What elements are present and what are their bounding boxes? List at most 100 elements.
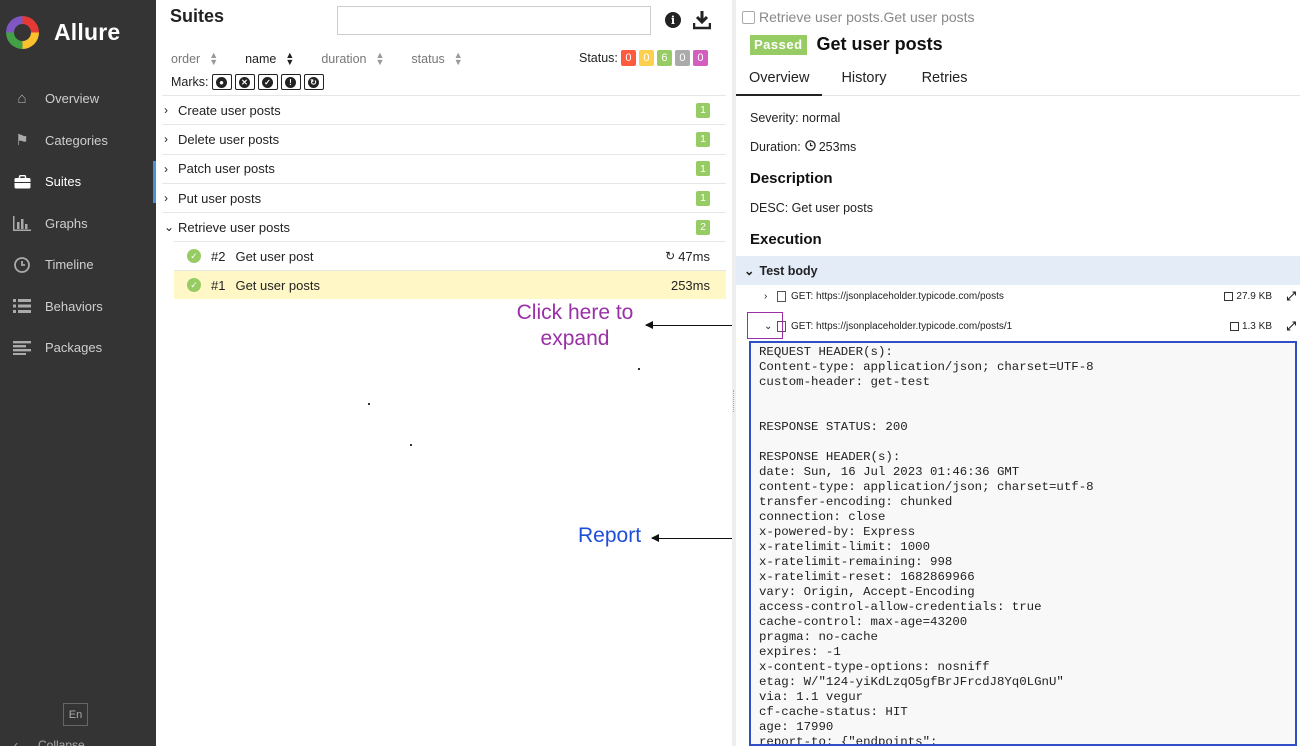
sidebar-item-overview[interactable]: ⌂ Overview <box>0 78 156 120</box>
suites-pane: Suites i order ▲ ▼ name ▲ ▼ duration ▲ ▼ st… <box>156 0 732 746</box>
sort-arrows-icon: ▲ ▼ <box>209 50 219 67</box>
sidebar-item-timeline[interactable]: Timeline <box>0 244 156 286</box>
test-number: #1 <box>211 277 226 293</box>
splitter-grip-icon[interactable] <box>733 390 735 412</box>
chevron-down-icon: ⌄ <box>744 264 755 278</box>
annotation-line: Click here to <box>516 301 634 324</box>
status-badge-passed[interactable]: 6 <box>656 50 672 66</box>
chevron-right-icon: › <box>164 161 168 176</box>
mark-new-passed-button[interactable]: ✓ <box>257 74 278 90</box>
test-body-step[interactable]: ⌄ Test body <box>736 256 1300 285</box>
annotation-line: expand <box>540 327 610 350</box>
marks-label: Marks: <box>171 75 209 89</box>
attachment-line: connection: close <box>759 510 886 524</box>
sidebar-item-label: Categories <box>45 132 108 148</box>
sort-status[interactable]: status ▲ ▼ <box>411 51 462 67</box>
expand-icon[interactable]: ⤢ <box>1286 289 1296 304</box>
attachment-line: x-ratelimit-limit: 1000 <box>759 540 931 554</box>
sort-order[interactable]: order ▲ ▼ <box>171 50 219 67</box>
bar-chart-icon <box>12 215 32 231</box>
sort-duration[interactable]: duration ▲ ▼ <box>321 51 384 67</box>
refresh-icon: ↻ <box>308 76 319 88</box>
suite-name: Patch user posts <box>178 161 275 177</box>
status-badge-unknown[interactable]: 0 <box>692 50 708 66</box>
attachment-line: expires: -1 <box>759 645 841 659</box>
save-icon <box>1229 321 1239 331</box>
attachment-line: Content-type: application/json; charset=… <box>759 360 1094 374</box>
file-icon <box>777 290 786 302</box>
attachment-line: pragma: no-cache <box>759 630 878 644</box>
suite-count-badge: 1 <box>696 131 710 147</box>
sidebar-item-label: Graphs <box>45 215 88 231</box>
mark-flaky-button[interactable]: ● <box>211 74 232 90</box>
duration-value: 253ms <box>818 140 857 154</box>
test-duration: ↻ 47ms <box>665 249 710 264</box>
stray-dot <box>368 403 370 405</box>
tab-overview[interactable]: Overview <box>736 66 823 96</box>
copy-icon[interactable] <box>742 10 755 24</box>
flag-icon: ⚑ <box>15 132 29 150</box>
clock-icon <box>804 140 816 154</box>
mark-new-failed-button[interactable]: ✕ <box>234 74 255 90</box>
sidebar-item-behaviors[interactable]: Behaviors <box>0 286 156 328</box>
sidebar-item-categories[interactable]: ⚑ Categories <box>0 120 156 162</box>
expand-icon[interactable]: ⤢ <box>1286 319 1296 334</box>
save-icon <box>1224 291 1234 301</box>
sidebar-item-packages[interactable]: Packages <box>0 327 156 369</box>
test-case-row[interactable]: ✓ #2 Get user post ↻ 47ms <box>174 241 726 270</box>
attachment-size-value: 1.3 KB <box>1241 320 1272 332</box>
test-title: Get user posts <box>816 34 943 54</box>
collapse-button[interactable]: ‹ Collapse <box>14 738 85 746</box>
sort-label: duration <box>321 52 367 66</box>
suite-group[interactable]: › Put user posts 1 <box>162 182 726 212</box>
sort-arrows-icon: ▲ ▼ <box>285 50 295 67</box>
suite-name: Delete user posts <box>178 131 280 147</box>
suite-group[interactable]: › Create user posts 1 <box>162 95 726 124</box>
sort-label: status <box>411 52 445 66</box>
status-badge-broken[interactable]: 0 <box>638 50 654 66</box>
sidebar-item-label: Overview <box>45 91 100 107</box>
attachment-row[interactable]: › GET: https://jsonplaceholder.typicode.… <box>736 283 1300 309</box>
chevron-down-icon: ⌄ <box>164 220 175 235</box>
attachment-row-expanded[interactable]: ⌄ GET: https://jsonplaceholder.typicode.… <box>736 313 1300 339</box>
list-icon <box>12 298 32 314</box>
chevron-left-icon: ‹ <box>14 738 18 746</box>
tab-history[interactable]: History <box>828 66 899 96</box>
brand[interactable]: Allure <box>6 14 120 50</box>
status-badge-failed[interactable]: 0 <box>620 50 636 66</box>
attachment-line: REQUEST HEADER(s): <box>759 345 893 359</box>
suite-group-expanded[interactable]: ⌄ Retrieve user posts 2 <box>162 212 726 241</box>
suite-group[interactable]: › Patch user posts 1 <box>162 153 726 183</box>
suite-count-badge: 1 <box>696 102 710 118</box>
page-title: Suites <box>170 6 225 26</box>
status-badge-skipped[interactable]: 0 <box>674 50 690 66</box>
sidebar-item-suites[interactable]: Suites <box>0 161 156 203</box>
attachment-label: GET: https://jsonplaceholder.typicode.co… <box>791 320 1013 332</box>
attachment-line: x-ratelimit-reset: 1682869966 <box>759 570 975 584</box>
attachment-line <box>759 390 1295 405</box>
tab-retries[interactable]: Retries <box>909 66 981 96</box>
bomb-icon: ● <box>216 76 227 88</box>
suite-count-badge: 1 <box>696 190 710 206</box>
suite-group[interactable]: › Delete user posts 1 <box>162 124 726 153</box>
passed-status-icon: ✓ <box>187 278 201 293</box>
mark-retries-button[interactable]: ↻ <box>303 74 324 90</box>
test-case-row-selected[interactable]: ✓ #1 Get user posts 253ms <box>174 270 726 300</box>
detail-tabs: Overview History Retries <box>736 66 1300 96</box>
mark-new-broken-button[interactable]: ! <box>280 74 301 90</box>
download-icon[interactable] <box>692 10 712 30</box>
stray-dot <box>638 368 640 370</box>
align-left-icon <box>12 340 32 356</box>
collapse-label: Collapse <box>38 738 85 746</box>
severity: Severity: normal <box>750 111 841 125</box>
attachment-content: REQUEST HEADER(s): Content-type: applicat… <box>749 341 1297 746</box>
chevron-right-icon: › <box>164 132 168 147</box>
attachment-line: x-powered-by: Express <box>759 525 916 539</box>
search-input[interactable] <box>337 6 651 35</box>
language-selector[interactable]: En <box>63 703 88 726</box>
sidebar-item-graphs[interactable]: Graphs <box>0 203 156 245</box>
info-icon[interactable]: i <box>665 12 681 28</box>
sort-name[interactable]: name ▲ ▼ <box>245 50 295 67</box>
attachment-line: etag: W/"124-yiKdLzqO5gfBrJFrcdJ8Yq0LGnU… <box>759 675 1064 689</box>
test-duration-value: 253ms <box>670 277 710 293</box>
